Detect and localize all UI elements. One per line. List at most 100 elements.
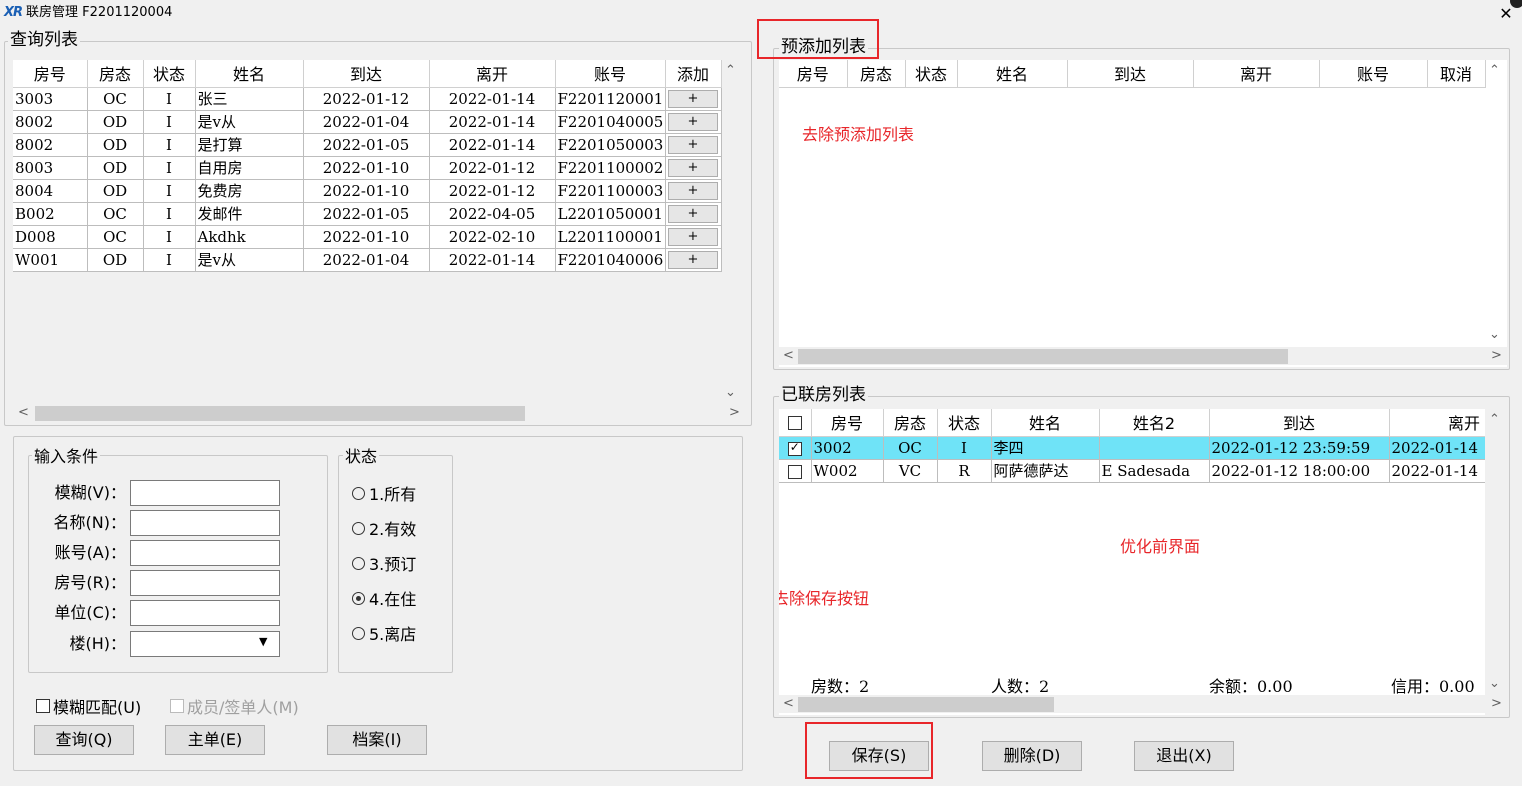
column-header[interactable]: 房号 [13, 60, 88, 88]
exit-button[interactable]: 退出(X) [1134, 741, 1234, 771]
column-header[interactable]: 房号 [811, 409, 884, 437]
table-row[interactable]: B002 OC I 发邮件 2022-01-05 2022-04-05 L220105000… [13, 202, 722, 226]
table-row[interactable]: 3002OCI李四2022-01-12 23:59:592022-01-14 [779, 436, 1507, 460]
column-header[interactable]: 房态 [847, 60, 906, 88]
unit-input[interactable] [130, 600, 280, 626]
checkbox-icon[interactable] [36, 699, 50, 713]
checkbox-icon[interactable] [787, 464, 802, 479]
linked-hscrollbar[interactable]: < > [779, 695, 1507, 713]
add-button[interactable]: + [668, 205, 718, 223]
cell-add: + [665, 202, 722, 226]
column-header[interactable] [779, 409, 812, 437]
column-header[interactable]: 房态 [883, 409, 938, 437]
query-scroll-up-icon[interactable]: ⌃ [725, 62, 736, 80]
add-button[interactable]: + [668, 90, 718, 108]
column-header[interactable]: 到达 [1209, 409, 1390, 437]
main-bill-button[interactable]: 主单(E) [165, 725, 265, 755]
account-input[interactable] [130, 540, 280, 566]
add-button[interactable]: + [668, 159, 718, 177]
linked-vscrollbar[interactable]: ⌃ ⌄ [1485, 409, 1507, 715]
column-header[interactable]: 取消 [1427, 60, 1486, 88]
table-row[interactable]: 3003 OC I 张三 2022-01-12 2022-01-14 F2201120001… [13, 87, 722, 111]
cell-status: I [143, 248, 196, 272]
column-header[interactable]: 状态 [905, 60, 958, 88]
cell-rstate: OD [87, 110, 144, 134]
column-header[interactable]: 姓名 [195, 60, 304, 88]
table-row[interactable]: 8003 OD I 自用房 2022-01-10 2022-01-12 F220110000… [13, 156, 722, 180]
radio-icon[interactable] [352, 556, 365, 570]
add-button[interactable]: + [668, 228, 718, 246]
scroll-thumb[interactable] [798, 697, 1054, 712]
column-header[interactable]: 姓名 [957, 60, 1068, 88]
table-row[interactable]: W002 VC R 阿萨德萨达 E Sadesada 2022-01-12 18:00:0… [779, 459, 1507, 483]
column-header[interactable]: 姓名 [991, 409, 1100, 437]
fuzzy-input[interactable] [130, 480, 280, 506]
preadd-scroll-down-icon[interactable]: ⌄ [1489, 326, 1500, 344]
add-button[interactable]: + [668, 182, 718, 200]
cell-status: I [937, 436, 992, 460]
building-select[interactable]: ▼ [130, 631, 280, 657]
checkbox-icon[interactable] [787, 440, 802, 456]
room-input[interactable] [130, 570, 280, 596]
table-row[interactable]: 8004 OD I 免费房 2022-01-10 2022-01-12 F220110000… [13, 179, 722, 203]
status-radio-option[interactable]: 5.离店 [352, 618, 416, 648]
cell-arrive: 2022-01-12 18:00:00 [1209, 459, 1390, 483]
scroll-left-icon[interactable]: < [783, 695, 794, 713]
cell-check[interactable] [779, 436, 812, 460]
scroll-up-icon[interactable]: ⌃ [1489, 411, 1500, 429]
table-row[interactable]: D008 OC I Akdhk 2022-01-10 2022-02-10 L2201100… [13, 225, 722, 249]
save-button[interactable]: 保存(S) [829, 741, 929, 771]
column-header[interactable]: 状态 [143, 60, 196, 88]
scroll-right-icon[interactable]: > [1491, 347, 1502, 365]
query-scroll-down-icon[interactable]: ⌄ [725, 384, 736, 402]
chevron-down-icon[interactable]: ▼ [259, 635, 267, 648]
column-header[interactable]: 姓名2 [1099, 409, 1210, 437]
column-header[interactable]: 状态 [937, 409, 992, 437]
name-input[interactable] [130, 510, 280, 536]
column-header[interactable]: 离开 [1193, 60, 1320, 88]
checkbox-icon[interactable] [787, 416, 802, 431]
status-radio-list: 1.所有 2.有效 3.预订 4.在住 5.离店 [352, 478, 416, 653]
checkbox-icon[interactable] [170, 699, 184, 713]
status-radio-option[interactable]: 2.有效 [352, 513, 416, 543]
add-button[interactable]: + [668, 113, 718, 131]
delete-button[interactable]: 删除(D) [982, 741, 1082, 771]
archive-button[interactable]: 档案(I) [327, 725, 427, 755]
cell-status: R [937, 459, 992, 483]
scroll-left-icon[interactable]: < [18, 404, 29, 422]
add-button[interactable]: + [668, 136, 718, 154]
column-header[interactable]: 房号 [779, 60, 848, 88]
status-radio-option[interactable]: 1.所有 [352, 478, 416, 508]
table-row[interactable]: W001 OD I 是v从 2022-01-04 2022-01-14 F220104000… [13, 248, 722, 272]
table-row[interactable]: 8002 OD I 是打算 2022-01-05 2022-01-14 F220105000… [13, 133, 722, 157]
scroll-right-icon[interactable]: > [1491, 695, 1502, 713]
scroll-left-icon[interactable]: < [783, 347, 794, 365]
column-header[interactable]: 房态 [87, 60, 144, 88]
member-check[interactable]: 成员/签单人(M) [170, 694, 299, 718]
cell-status: I [143, 179, 196, 203]
query-button[interactable]: 查询(Q) [34, 725, 134, 755]
scroll-thumb[interactable] [35, 406, 525, 421]
radio-icon[interactable] [352, 591, 365, 605]
column-header[interactable]: 账号 [1319, 60, 1428, 88]
column-header[interactable]: 到达 [303, 60, 430, 88]
column-header[interactable]: 离开 [429, 60, 556, 88]
scroll-right-icon[interactable]: > [729, 404, 740, 422]
status-radio-option[interactable]: 3.预订 [352, 548, 416, 578]
scroll-down-icon[interactable]: ⌄ [1489, 675, 1500, 693]
fuzzy-match-check[interactable]: 模糊匹配(U) [36, 694, 141, 718]
cell-check[interactable] [779, 459, 812, 483]
add-button[interactable]: + [668, 251, 718, 269]
column-header[interactable]: 账号 [555, 60, 666, 88]
status-radio-option[interactable]: 4.在住 [352, 583, 416, 613]
preadd-scroll-up-icon[interactable]: ⌃ [1489, 62, 1500, 80]
radio-icon[interactable] [352, 486, 365, 500]
radio-icon[interactable] [352, 521, 365, 535]
column-header[interactable]: 添加 [665, 60, 722, 88]
column-header[interactable]: 到达 [1067, 60, 1194, 88]
radio-icon[interactable] [352, 626, 365, 640]
table-row[interactable]: 8002 OD I 是v从 2022-01-04 2022-01-14 F220104000… [13, 110, 722, 134]
query-hscrollbar[interactable]: < > [13, 404, 743, 422]
preadd-hscrollbar[interactable]: < > [779, 347, 1507, 365]
scroll-thumb[interactable] [798, 349, 1288, 364]
